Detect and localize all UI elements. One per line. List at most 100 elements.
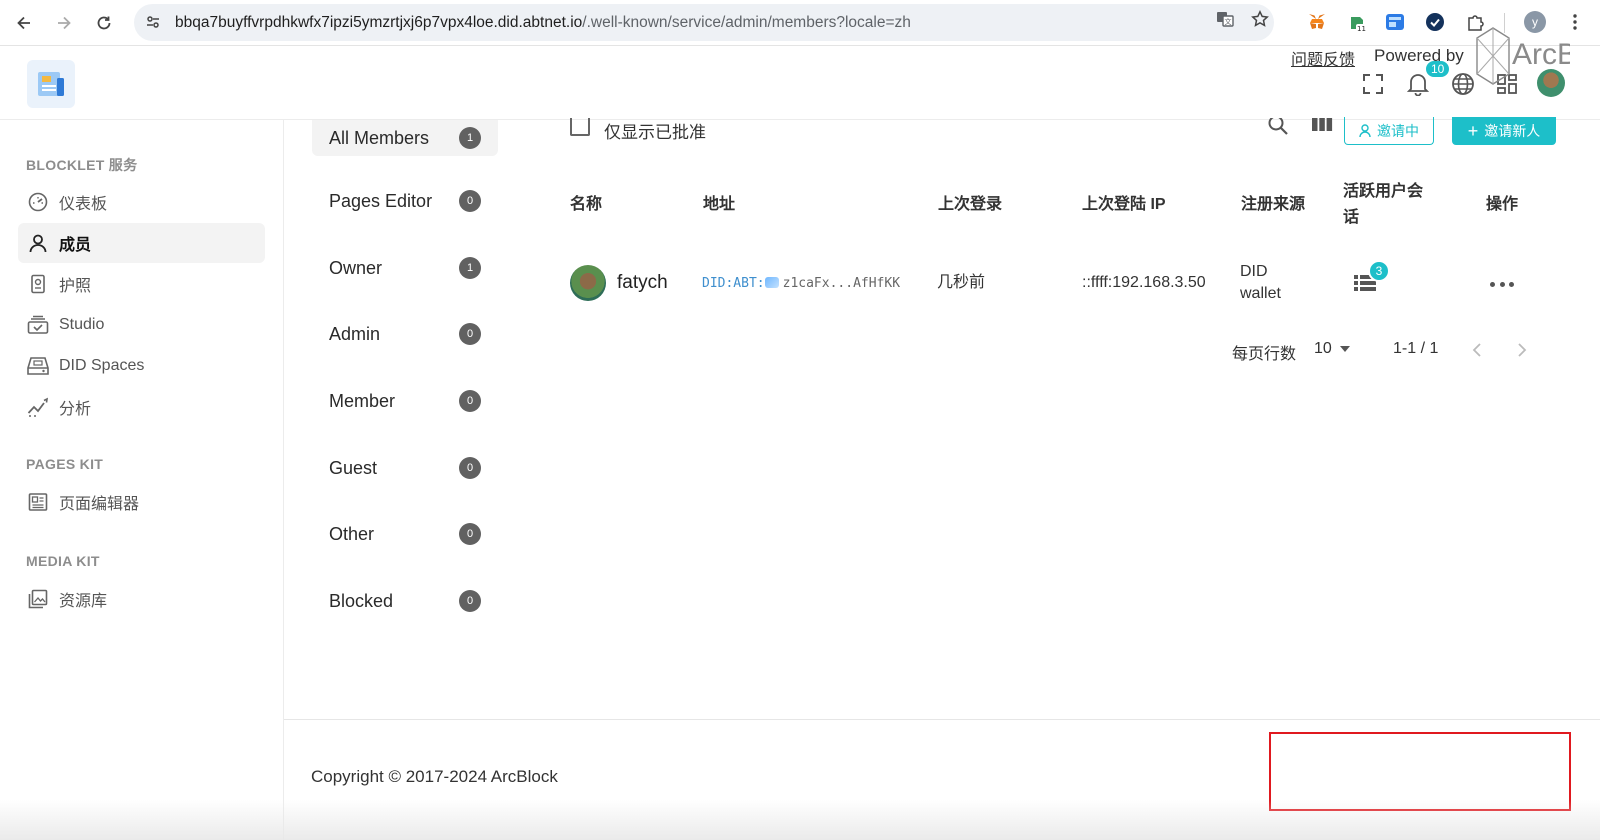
role-name: Admin <box>329 323 381 344</box>
fullscreen-icon[interactable] <box>1360 71 1386 97</box>
role-item-member[interactable]: Member 0 <box>312 378 498 424</box>
more-actions-icon[interactable] <box>1490 280 1514 288</box>
search-icon[interactable] <box>1266 118 1290 138</box>
browser-menu-icon[interactable] <box>1568 11 1582 33</box>
reload-button[interactable] <box>90 9 118 37</box>
approved-only-checkbox[interactable] <box>570 118 590 136</box>
sidebar-item-media-library[interactable]: 资源库 <box>18 579 265 619</box>
app-logo[interactable] <box>27 60 75 108</box>
member-source: DID wallet <box>1240 263 1281 302</box>
drive-icon <box>27 355 49 377</box>
chevron-right-icon <box>1518 343 1527 357</box>
reload-icon <box>97 16 111 30</box>
url-host: bbqa7buyffvrpdhkwfx7ipzi5ymzrtjxj6p7vpx4… <box>175 14 583 31</box>
plus-icon: + <box>1467 121 1479 141</box>
bookmark-star-icon[interactable] <box>1249 8 1271 30</box>
role-name: Other <box>329 523 375 544</box>
column-header-last-ip[interactable]: 上次登陆 IP <box>1082 192 1166 218</box>
profile-avatar[interactable]: y <box>1524 11 1546 33</box>
user-avatar[interactable] <box>1537 69 1565 97</box>
sidebar-item-label: 页面编辑器 <box>59 496 140 513</box>
pagination-range: 1-1 / 1 <box>1393 340 1439 357</box>
svg-text:文: 文 <box>1225 17 1232 26</box>
newspaper-logo-icon <box>38 72 64 96</box>
sidebar-item-label: Studio <box>59 316 105 333</box>
role-count-badge: 0 <box>459 590 481 612</box>
sidebar-item-label: 成员 <box>59 237 92 254</box>
role-item-blocked[interactable]: Blocked 0 <box>312 578 498 624</box>
back-arrow-icon <box>17 16 30 30</box>
dropdown-caret-icon <box>1339 346 1350 352</box>
column-header-active-sessions[interactable]: 活跃用户会话 <box>1343 179 1433 231</box>
approved-only-label: 仅显示已批准 <box>604 123 706 142</box>
role-item-owner[interactable]: Owner 1 <box>312 245 498 291</box>
extension-badge-count: 11 <box>1357 25 1366 32</box>
back-button[interactable] <box>10 9 38 37</box>
sidebar: BLOCKLET 服务 仪表板 成员 护照 Studio DID Spaces … <box>0 120 284 840</box>
role-item-guest[interactable]: Guest 0 <box>312 445 498 491</box>
sidebar-item-passport[interactable]: 护照 <box>18 264 265 304</box>
site-settings-icon[interactable] <box>142 11 164 33</box>
sidebar-item-label: 资源库 <box>59 593 108 610</box>
member-avatar <box>570 265 606 301</box>
role-name: Member <box>329 390 396 411</box>
did-short: z1caFx...AfHfKK <box>782 276 901 291</box>
newspaper-icon <box>27 491 49 513</box>
columns-icon[interactable] <box>1310 118 1334 138</box>
arcblock-wordmark: ArcBlock <box>1512 38 1570 71</box>
profile-initial: y <box>1532 15 1538 29</box>
analytics-icon <box>27 396 49 418</box>
column-header-last-login[interactable]: 上次登录 <box>938 192 1002 218</box>
url-text: bbqa7buyffvrpdhkwfx7ipzi5ymzrtjxj6p7vpx4… <box>175 14 911 32</box>
column-header-address[interactable]: 地址 <box>703 192 735 218</box>
forward-button[interactable] <box>50 9 78 37</box>
translate-icon[interactable]: 文 <box>1214 8 1236 30</box>
role-name: All Members <box>329 127 430 148</box>
invite-new-button[interactable]: + 邀请新人 <box>1452 117 1556 145</box>
next-page-button[interactable] <box>1513 341 1531 359</box>
role-item-other[interactable]: Other 0 <box>312 511 498 557</box>
dashboard-icon <box>27 191 49 213</box>
check-extension-icon[interactable] <box>1424 11 1446 33</box>
member-name[interactable]: fatych <box>617 272 668 294</box>
inviting-label: 邀请中 <box>1377 122 1419 139</box>
role-count-badge: 0 <box>459 390 481 412</box>
role-name: Pages Editor <box>329 190 433 211</box>
inviting-button[interactable]: 邀请中 <box>1344 117 1434 145</box>
url-path: /.well-known/service/admin/members?local… <box>582 14 911 31</box>
rows-per-page-select[interactable]: 10 <box>1314 340 1350 358</box>
wallet-extension-icon[interactable]: 11 <box>1346 11 1368 33</box>
member-last-login: 几秒前 <box>937 274 986 291</box>
screen-extension-icon[interactable] <box>1384 11 1406 33</box>
sidebar-item-dashboard[interactable]: 仪表板 <box>18 182 265 222</box>
column-header-name[interactable]: 名称 <box>570 192 602 218</box>
person-icon <box>27 232 49 254</box>
sidebar-item-studio[interactable]: Studio <box>18 305 265 345</box>
sidebar-item-members[interactable]: 成员 <box>18 223 265 263</box>
did-prefix: DID:ABT: <box>702 276 765 291</box>
role-name: Blocked <box>329 590 394 611</box>
sidebar-item-page-editor[interactable]: 页面编辑器 <box>18 482 265 522</box>
page-footer: Copyright © 2017-2024 ArcBlock <box>284 719 1600 840</box>
previous-page-button[interactable] <box>1468 341 1486 359</box>
sidebar-item-label: DID Spaces <box>59 357 145 374</box>
address-bar[interactable]: bbqa7buyffvrpdhkwfx7ipzi5ymzrtjxj6p7vpx4… <box>134 4 1274 41</box>
role-count-badge: 0 <box>459 457 481 479</box>
arcblock-logo-icon[interactable] <box>1473 26 1513 86</box>
role-item-all-members[interactable]: All Members 1 <box>312 120 498 156</box>
sidebar-item-did-spaces[interactable]: DID Spaces <box>18 346 265 386</box>
member-did[interactable]: DID:ABT: z1caFx...AfHfKK <box>702 276 900 291</box>
metamask-extension-icon[interactable] <box>1306 11 1328 33</box>
column-header-source[interactable]: 注册来源 <box>1241 192 1305 218</box>
sidebar-item-label: 仪表板 <box>59 196 108 213</box>
sidebar-item-label: 护照 <box>59 278 92 295</box>
invite-new-label: 邀请新人 <box>1484 123 1541 139</box>
role-item-pages-editor[interactable]: Pages Editor 0 <box>312 178 498 224</box>
column-header-actions: 操作 <box>1486 196 1519 213</box>
chevron-left-icon <box>1472 343 1481 357</box>
role-item-admin[interactable]: Admin 0 <box>312 311 498 357</box>
sidebar-item-analytics[interactable]: 分析 <box>18 387 265 427</box>
gallery-icon <box>27 588 49 610</box>
sidebar-section-title: MEDIA KIT <box>26 553 100 569</box>
feedback-link[interactable]: 问题反馈 <box>1291 46 1355 70</box>
